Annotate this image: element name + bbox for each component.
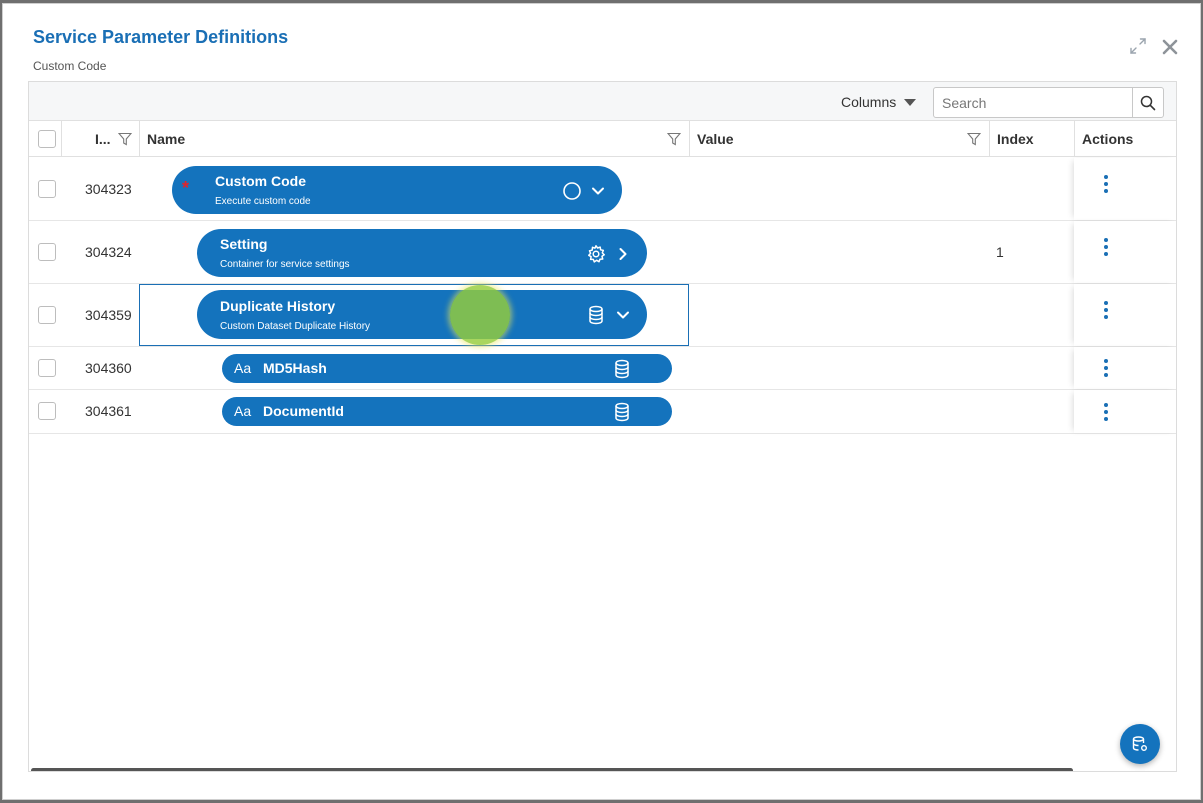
row-checkbox[interactable] <box>38 402 56 420</box>
select-all-checkbox[interactable] <box>38 130 56 148</box>
row-checkbox[interactable] <box>38 243 56 261</box>
row-checkbox[interactable] <box>38 180 56 198</box>
chevron-down-icon[interactable] <box>613 305 633 325</box>
row-id: 304359 <box>85 307 132 323</box>
header-actions: Actions <box>1082 131 1134 147</box>
gear-icon <box>586 244 606 264</box>
database-gear-icon <box>1132 736 1147 751</box>
database-settings-button[interactable] <box>1120 724 1160 764</box>
table-row[interactable]: 304360 Aa MD5Hash <box>29 347 1176 390</box>
columns-label: Columns <box>841 94 897 110</box>
param-pill-documentid[interactable]: Aa DocumentId <box>222 397 672 426</box>
row-actions <box>1074 221 1176 283</box>
row-actions <box>1074 347 1176 389</box>
filter-value-icon[interactable] <box>967 132 981 146</box>
param-title: Custom Code <box>215 173 306 189</box>
row-id: 304323 <box>85 181 132 197</box>
cursor-highlight <box>450 285 510 345</box>
service-parameter-dialog: Service Parameter Definitions Custom Cod… <box>2 3 1201 800</box>
database-icon <box>612 402 632 422</box>
param-title: Setting <box>220 236 268 252</box>
horizontal-scrollbar[interactable] <box>31 768 1073 771</box>
required-marker: * <box>182 178 190 198</box>
param-pill-custom-code[interactable]: * Custom Code Execute custom code <box>172 166 622 214</box>
row-id: 304361 <box>85 403 132 419</box>
table-row[interactable]: 304324 Setting Container for service set… <box>29 221 1176 284</box>
grid-header-row: I... Name Value Index Actions <box>29 121 1176 157</box>
header-index[interactable]: Index <box>997 121 1034 157</box>
database-icon <box>586 305 606 325</box>
table-row[interactable]: 304361 Aa DocumentId <box>29 390 1176 434</box>
row-id: 304360 <box>85 360 132 376</box>
kebab-menu-icon[interactable] <box>1099 175 1113 193</box>
param-title: Duplicate History <box>220 298 336 314</box>
header-value[interactable]: Value <box>697 121 734 157</box>
parameters-grid: Columns I... Name Value Index <box>28 81 1177 772</box>
param-pill-md5hash[interactable]: Aa MD5Hash <box>222 354 672 383</box>
row-checkbox[interactable] <box>38 359 56 377</box>
columns-button[interactable]: Columns <box>841 91 917 113</box>
dialog-subtitle: Custom Code <box>33 59 107 73</box>
param-title: DocumentId <box>263 403 344 419</box>
param-title: MD5Hash <box>263 360 327 376</box>
param-description: Container for service settings <box>220 259 350 270</box>
search-box <box>933 87 1164 118</box>
header-id[interactable]: I... <box>95 121 111 157</box>
kebab-menu-icon[interactable] <box>1099 403 1113 421</box>
search-button[interactable] <box>1132 88 1163 117</box>
row-checkbox[interactable] <box>38 306 56 324</box>
filter-id-icon[interactable] <box>118 132 132 146</box>
text-type-icon: Aa <box>234 360 252 376</box>
caret-down-icon <box>904 98 917 106</box>
dialog-title: Service Parameter Definitions <box>33 27 289 47</box>
filter-name-icon[interactable] <box>667 132 681 146</box>
kebab-menu-icon[interactable] <box>1099 238 1113 256</box>
database-icon <box>612 359 632 379</box>
row-index: 1 <box>996 244 1004 260</box>
expand-icon[interactable] <box>1129 37 1147 55</box>
row-actions <box>1074 390 1176 433</box>
row-id: 304324 <box>85 244 132 260</box>
chevron-right-icon[interactable] <box>613 244 633 264</box>
text-type-icon: Aa <box>234 403 252 419</box>
chevron-down-icon[interactable] <box>588 181 608 201</box>
search-input[interactable] <box>934 88 1132 117</box>
search-icon <box>1140 95 1156 110</box>
header-name[interactable]: Name <box>147 121 185 157</box>
param-description: Execute custom code <box>215 196 311 207</box>
table-row[interactable]: 304359 Duplicate History Custom Dataset … <box>29 284 1176 347</box>
kebab-menu-icon[interactable] <box>1099 301 1113 319</box>
kebab-menu-icon[interactable] <box>1099 359 1113 377</box>
param-pill-setting[interactable]: Setting Container for service settings <box>197 229 647 277</box>
param-pill-duplicate-history[interactable]: Duplicate History Custom Dataset Duplica… <box>197 290 647 339</box>
param-description: Custom Dataset Duplicate History <box>220 321 371 332</box>
table-row[interactable]: 304323 * Custom Code Execute custom code <box>29 158 1176 221</box>
circle-icon <box>562 181 582 201</box>
row-actions <box>1074 284 1176 346</box>
grid-toolbar: Columns <box>29 82 1176 121</box>
close-icon[interactable] <box>1161 38 1179 56</box>
row-actions <box>1074 158 1176 220</box>
